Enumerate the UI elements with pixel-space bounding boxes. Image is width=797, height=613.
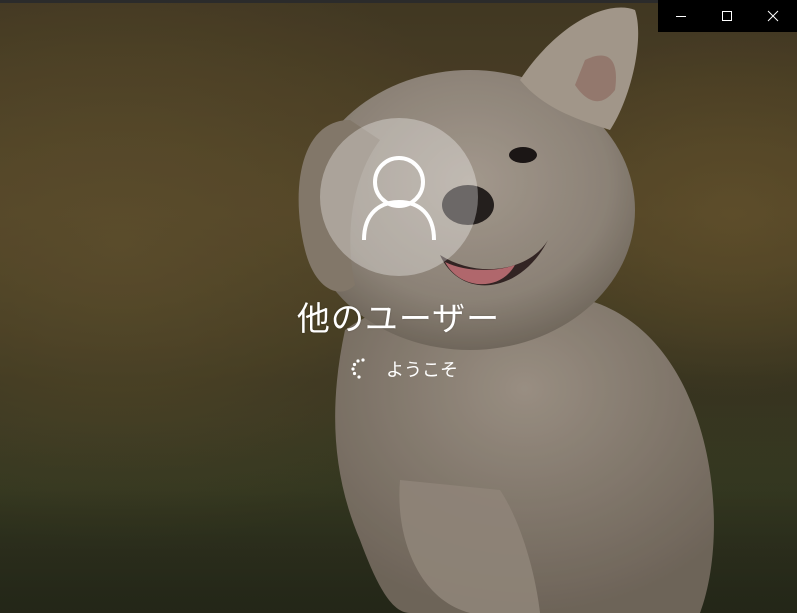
minimize-button[interactable] <box>658 0 704 32</box>
loading-spinner-icon <box>351 358 365 379</box>
window-caption-buttons <box>658 0 797 32</box>
maximize-icon <box>722 11 732 21</box>
user-icon <box>362 156 436 241</box>
close-icon <box>767 10 779 22</box>
close-button[interactable] <box>750 0 796 32</box>
lock-screen-window: 他のユーザー ようこそ <box>0 0 797 613</box>
maximize-button[interactable] <box>704 0 750 32</box>
status-text: ようこそ <box>386 360 458 381</box>
sign-in-status: ようこそ <box>348 354 458 384</box>
minimize-icon <box>676 16 686 17</box>
user-avatar <box>320 118 478 276</box>
user-name: 他のユーザー <box>296 299 501 338</box>
